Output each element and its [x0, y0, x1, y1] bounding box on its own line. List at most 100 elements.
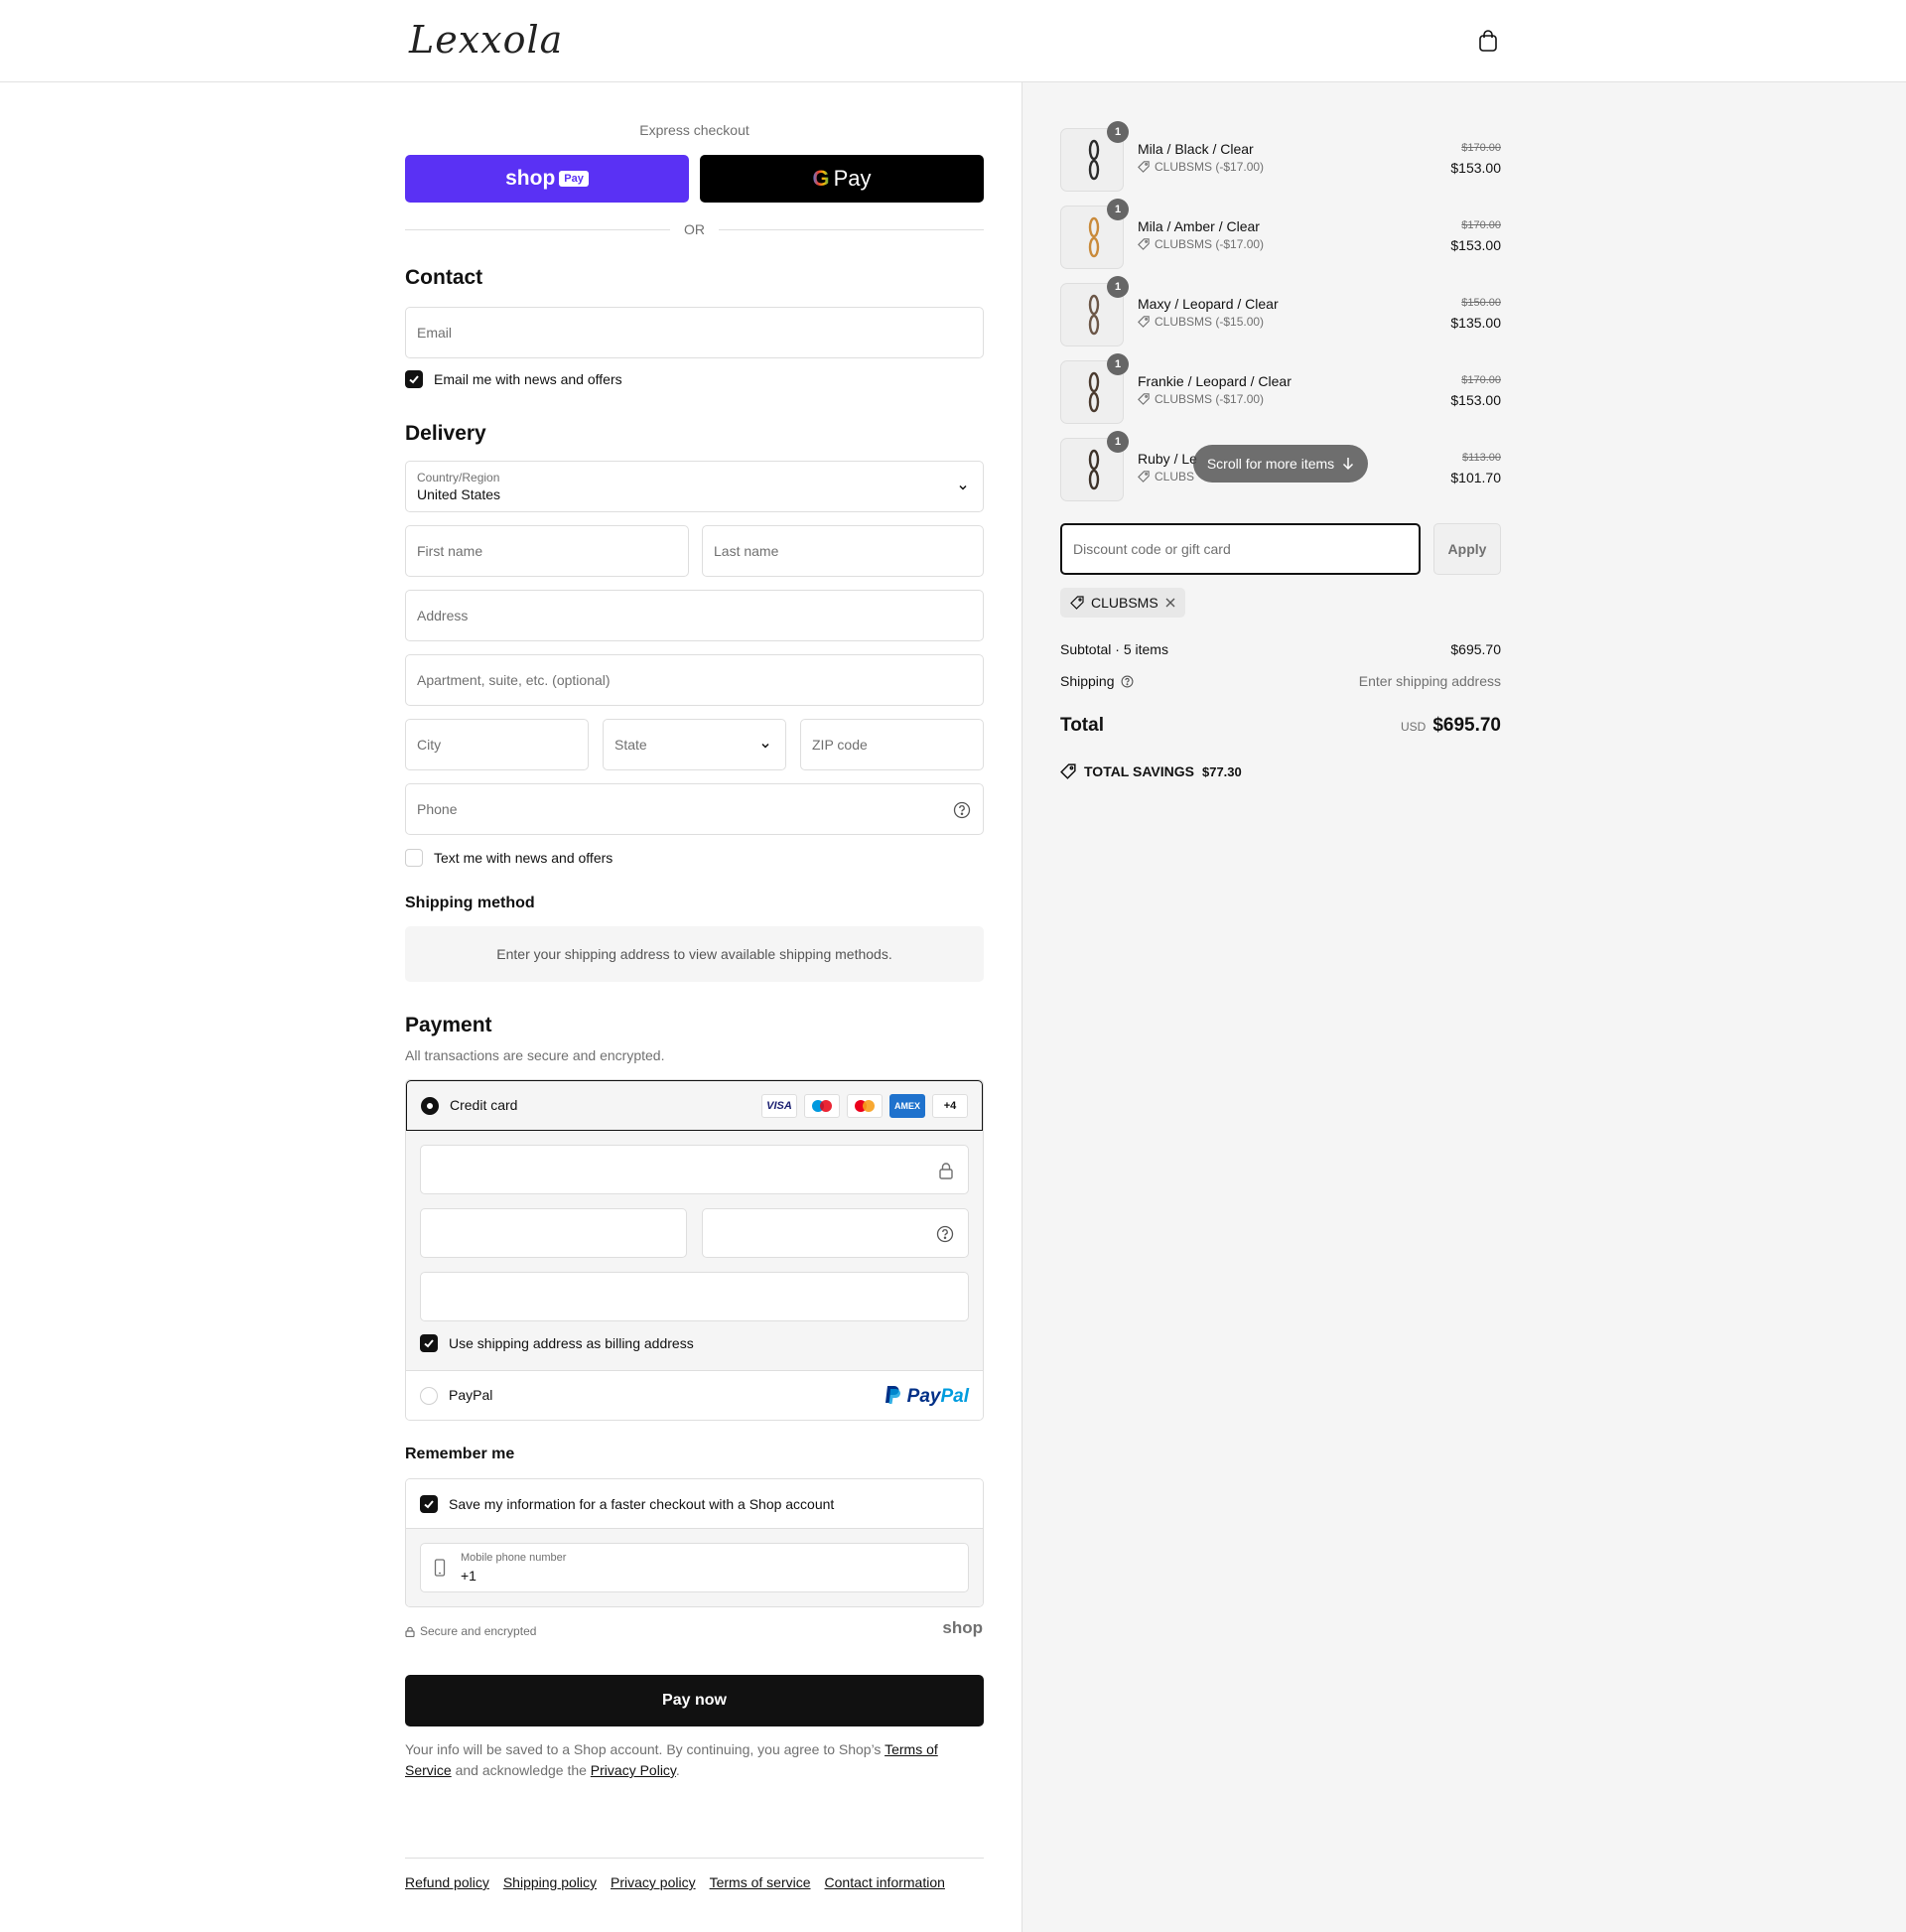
product-image: 1	[1060, 431, 1129, 501]
cart-item: 1 Frankie / Leopard / Clear CLUBSMS (-$17.…	[1060, 353, 1501, 424]
tag-icon	[1138, 393, 1150, 405]
item-original-price: $170.00	[1461, 142, 1501, 154]
help-circle-icon[interactable]	[936, 1225, 954, 1243]
amex-icon: AMEX	[889, 1094, 925, 1118]
shipping-policy-link[interactable]: Shipping policy	[503, 1874, 597, 1890]
mobile-label: Mobile phone number	[461, 1552, 567, 1564]
cart-item: 1 Maxy / Leopard / Clear CLUBSMS (-$15.00)…	[1060, 276, 1501, 346]
mobile-phone-field[interactable]: Mobile phone number +1	[420, 1543, 969, 1592]
scroll-more-items-button[interactable]: Scroll for more items	[1193, 445, 1368, 483]
shipping-method-heading: Shipping method	[405, 895, 535, 911]
more-brands-badge: +4	[932, 1094, 968, 1118]
item-discount: CLUBSMS (-$17.00)	[1138, 160, 1264, 174]
last-name-field[interactable]: Last name	[702, 525, 984, 577]
privacy-policy-footer-link[interactable]: Privacy policy	[611, 1874, 696, 1890]
city-field[interactable]: City	[405, 719, 589, 770]
checkmark-icon	[424, 1500, 434, 1509]
item-discount: CLUBSMS (-$17.00)	[1138, 392, 1264, 406]
tag-icon	[1060, 763, 1076, 779]
zip-field[interactable]: ZIP code	[800, 719, 984, 770]
paypal-option[interactable]: PayPal PayPal	[406, 1370, 983, 1420]
store-logo[interactable]: Lexxola	[409, 18, 563, 62]
cart-item: 1 Mila / Amber / Clear CLUBSMS (-$17.00) $1…	[1060, 199, 1501, 269]
save-info-checkbox[interactable]	[420, 1495, 438, 1513]
scroll-hint-label: Scroll for more items	[1206, 456, 1335, 472]
shipping-label: Shipping	[1060, 673, 1115, 689]
expiration-date-field[interactable]	[420, 1208, 687, 1258]
savings-value: $77.30	[1201, 763, 1242, 779]
close-icon[interactable]	[1165, 598, 1175, 608]
remember-me-box: Save my information for a faster checkou…	[405, 1478, 984, 1607]
security-code-field[interactable]	[702, 1208, 969, 1258]
country-value: United States	[417, 486, 501, 502]
name-on-card-field[interactable]	[420, 1272, 969, 1321]
help-circle-icon[interactable]	[953, 801, 971, 819]
total-savings: TOTAL SAVINGS $77.30	[1060, 763, 1242, 779]
credit-card-radio[interactable]	[421, 1097, 439, 1115]
help-circle-icon[interactable]	[1121, 675, 1134, 688]
payment-heading: Payment	[405, 1014, 492, 1036]
item-name: Mila / Black / Clear	[1138, 141, 1254, 157]
billing-same-checkbox[interactable]	[420, 1334, 438, 1352]
pay-now-button[interactable]: Pay now	[405, 1675, 984, 1726]
contact-information-link[interactable]: Contact information	[825, 1874, 945, 1890]
contact-heading: Contact	[405, 266, 483, 289]
checkmark-icon	[409, 375, 419, 384]
item-original-price: $170.00	[1461, 219, 1501, 231]
credit-card-label: Credit card	[450, 1097, 518, 1113]
card-number-field[interactable]	[420, 1145, 969, 1194]
terms-of-service-footer-link[interactable]: Terms of service	[710, 1874, 811, 1890]
sms-optin-checkbox[interactable]	[405, 849, 423, 867]
payment-methods: Credit card VISA AMEX +4 Use shipping ad…	[405, 1079, 984, 1421]
google-g-icon: G	[812, 166, 830, 191]
address-placeholder: Address	[417, 608, 469, 623]
eyeglasses-icon	[1088, 294, 1100, 336]
tag-icon	[1138, 316, 1150, 328]
refund-policy-link[interactable]: Refund policy	[405, 1874, 489, 1890]
shopping-bag-icon[interactable]	[1477, 29, 1499, 53]
email-placeholder: Email	[417, 325, 453, 341]
email-optin-checkbox[interactable]	[405, 370, 423, 388]
apartment-field[interactable]: Apartment, suite, etc. (optional)	[405, 654, 984, 706]
quantity-badge: 1	[1107, 353, 1129, 375]
country-select[interactable]: Country/Region United States	[405, 461, 984, 512]
save-info-row[interactable]: Save my information for a faster checkou…	[406, 1479, 983, 1529]
arrow-down-icon	[1343, 458, 1354, 471]
item-original-price: $170.00	[1461, 374, 1501, 386]
state-select[interactable]: State	[603, 719, 786, 770]
shop-pay-word: shop	[505, 167, 556, 190]
item-name: Ruby / Le	[1138, 451, 1197, 467]
item-name: Maxy / Leopard / Clear	[1138, 296, 1279, 312]
phone-field[interactable]: Phone	[405, 783, 984, 835]
secure-label: Secure and encrypted	[420, 1624, 537, 1638]
discount-code-input[interactable]: Discount code or gift card	[1060, 523, 1421, 575]
quantity-badge: 1	[1107, 121, 1129, 143]
paypal-radio[interactable]	[420, 1387, 438, 1405]
mobile-value: +1	[461, 1568, 476, 1584]
or-divider: OR	[405, 219, 984, 239]
total-label: Total	[1060, 715, 1104, 736]
cart-item: 1 Mila / Black / Clear CLUBSMS (-$17.00) $1…	[1060, 121, 1501, 192]
express-checkout-label: Express checkout	[639, 122, 749, 138]
header: Lexxola	[0, 0, 1906, 82]
credit-card-option[interactable]: Credit card VISA AMEX +4	[406, 1080, 983, 1131]
item-price: $153.00	[1450, 392, 1501, 408]
address-field[interactable]: Address	[405, 590, 984, 641]
billing-same-label: Use shipping address as billing address	[449, 1335, 694, 1351]
quantity-badge: 1	[1107, 199, 1129, 220]
shop-pay-button[interactable]: shop Pay	[405, 155, 689, 203]
remember-me-heading: Remember me	[405, 1446, 515, 1462]
item-original-price: $150.00	[1461, 297, 1501, 309]
first-name-field[interactable]: First name	[405, 525, 689, 577]
email-field[interactable]: Email	[405, 307, 984, 358]
email-optin-label: Email me with news and offers	[434, 371, 622, 387]
paypal-logo: PayPal	[884, 1385, 969, 1408]
google-pay-button[interactable]: G Pay	[700, 155, 984, 203]
tag-icon	[1070, 596, 1084, 610]
city-placeholder: City	[417, 737, 442, 753]
apply-discount-button[interactable]: Apply	[1433, 523, 1501, 575]
savings-label: TOTAL SAVINGS	[1084, 763, 1194, 779]
shipping-method-notice: Enter your shipping address to view avai…	[405, 926, 984, 982]
mobile-phone-icon	[434, 1559, 446, 1577]
privacy-policy-link[interactable]: Privacy Policy	[591, 1762, 676, 1778]
